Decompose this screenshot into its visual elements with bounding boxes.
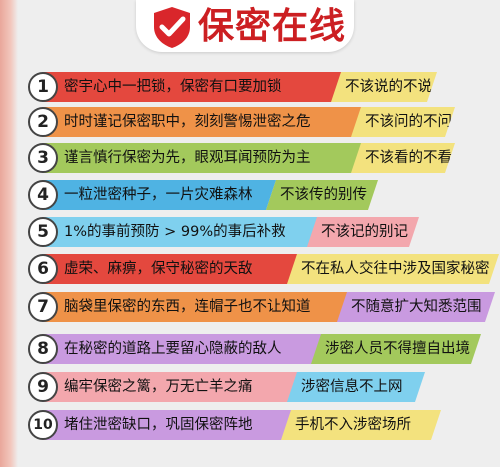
rule-tag: 不该记的别记	[307, 217, 419, 247]
rule-number: 1	[28, 72, 58, 102]
rule-text: 谨言慎行保密为先，眼观耳闻预防为主	[44, 143, 362, 173]
rule-number: 8	[28, 334, 58, 364]
rule-number: 3	[28, 143, 58, 173]
rule-text: 一粒泄密种子，一片灾难森林	[44, 180, 276, 210]
rule-tag: 涉密人员不得擅自出境	[311, 334, 481, 364]
rule-text: 1%的事前预防 > 99%的事后补救	[44, 217, 318, 247]
rule-text: 脑袋里保密的东西，连帽子也不让知道	[44, 292, 348, 322]
page-title: 保密在线	[198, 6, 347, 47]
rule-number: 4	[28, 180, 58, 210]
rule-tag: 不该传的别传	[266, 180, 378, 210]
rule-text: 编牢保密之篱，万无亡羊之痛	[44, 372, 298, 402]
rule-number: 5	[28, 217, 58, 247]
rule-tag: 不该看的不看	[351, 143, 455, 173]
shield-check-icon	[154, 7, 190, 48]
rule-text: 时时谨记保密职中，刻刻警惕泄密之危	[44, 107, 362, 137]
rule-tag: 涉密信息不上网	[287, 372, 425, 402]
rule-text: 堵住泄密缺口，巩固保密阵地	[44, 410, 292, 440]
rule-number: 10	[28, 410, 58, 440]
rule-text: 在秘密的道路上要留心隐蔽的敌人	[44, 334, 322, 364]
rule-tag: 不该问的不问	[351, 107, 455, 137]
rule-text: 密宇心中一把锁，保密有口要加锁	[44, 72, 342, 102]
rule-number: 2	[28, 107, 58, 137]
rule-number: 9	[28, 372, 58, 402]
rule-text: 虚荣、麻痹，保守秘密的天敌	[44, 254, 298, 284]
rule-tag: 手机不入涉密场所	[281, 410, 441, 440]
rule-tag: 不在私人交往中涉及国家秘密	[287, 254, 499, 284]
rule-number: 6	[28, 254, 58, 284]
decorative-left-stripe	[0, 0, 18, 467]
rule-number: 7	[28, 292, 58, 322]
rule-tag: 不随意扩大知悉范围	[337, 292, 495, 322]
rule-tag: 不该说的不说	[331, 72, 437, 102]
